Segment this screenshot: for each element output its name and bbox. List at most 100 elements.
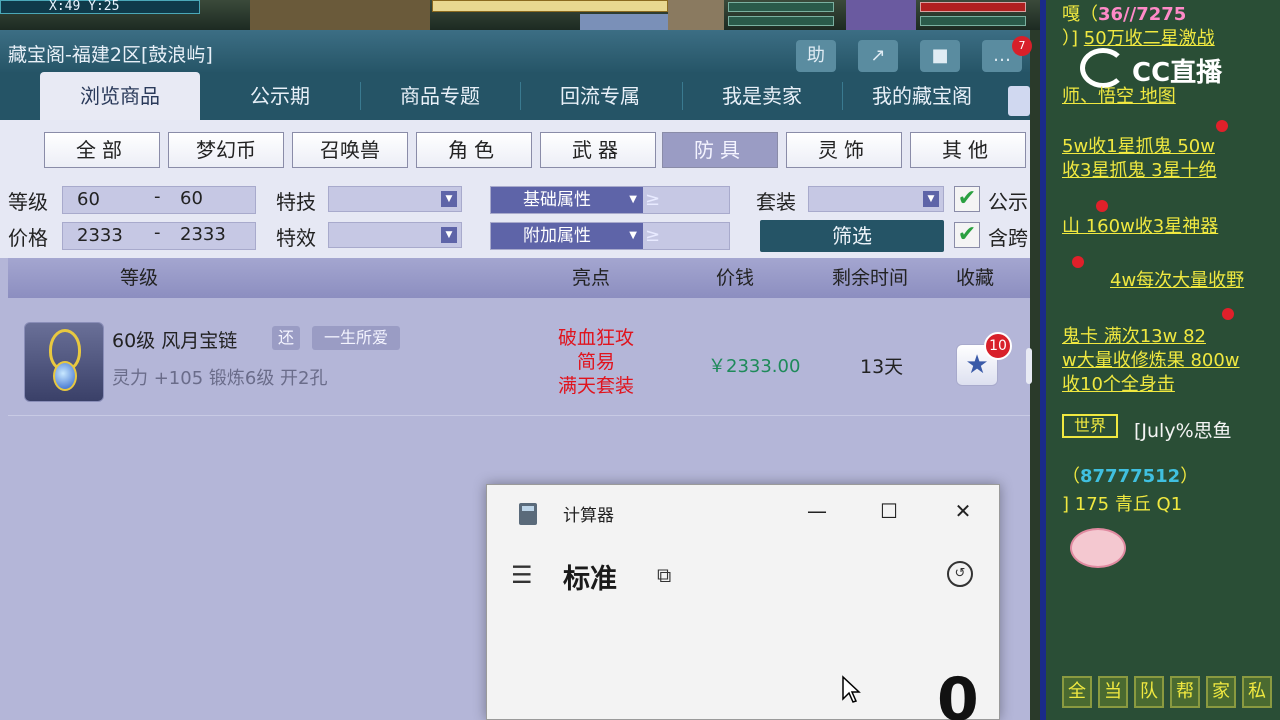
category-other[interactable]: 其他 bbox=[910, 132, 1026, 168]
category-weapons[interactable]: 武器 bbox=[540, 132, 656, 168]
chat-link[interactable]: 收3星抓鬼 3星十绝 bbox=[1062, 156, 1217, 182]
public-checkbox-label: 公示 bbox=[988, 190, 1028, 214]
extra-attr-filter[interactable]: 附加属性 ▼ ≥ bbox=[490, 222, 730, 250]
channel-family-button[interactable]: 家 bbox=[1206, 676, 1236, 708]
channel-guild-button[interactable]: 帮 bbox=[1170, 676, 1200, 708]
calculator-mode-title: 标准 bbox=[563, 564, 617, 595]
chat-link[interactable]: 5w收1星抓鬼 50w bbox=[1062, 132, 1215, 158]
header-price[interactable]: 价钱 bbox=[716, 258, 754, 298]
table-row[interactable]: 60级 风月宝链 还 一生所爱 灵力 +105 锻炼6级 开2孔 破血狂攻 简易… bbox=[8, 302, 1032, 416]
effect-label: 特效 bbox=[276, 226, 316, 250]
price-min-input[interactable]: 2333 bbox=[77, 225, 123, 246]
maximize-button[interactable]: ☐ bbox=[869, 495, 909, 527]
price-label: 价格 bbox=[8, 226, 48, 250]
item-price: ￥2333.00 bbox=[708, 356, 801, 377]
pet-portrait[interactable] bbox=[668, 0, 724, 30]
necklace-icon[interactable] bbox=[24, 322, 104, 402]
hud-progress-bar bbox=[432, 0, 668, 12]
chevron-down-icon: ▼ bbox=[441, 227, 457, 243]
base-attr-label: 基础属性 bbox=[523, 190, 591, 210]
tab-my-store[interactable]: 我的藏宝阁 bbox=[842, 72, 1002, 120]
chat-text: 嘎（ bbox=[1062, 4, 1098, 25]
chat-panel: 嘎（36//7275 ）] 50万收二星激战 CC直播 师、悟空 地图 5w收1… bbox=[1040, 0, 1280, 720]
hamburger-menu-icon[interactable]: ☰ bbox=[511, 561, 533, 589]
world-sender[interactable]: [July%思鱼 bbox=[1134, 416, 1232, 443]
category-pets[interactable]: 召唤兽 bbox=[292, 132, 408, 168]
channel-bar: 全 当 队 帮 家 私 bbox=[1062, 676, 1278, 710]
minimize-button[interactable]: — bbox=[797, 495, 837, 527]
rose-icon bbox=[1216, 120, 1228, 132]
player-mp-bar bbox=[920, 16, 1026, 26]
header-level[interactable]: 等级 bbox=[120, 258, 158, 298]
level-max-input[interactable]: 60 bbox=[166, 186, 256, 214]
category-all[interactable]: 全部 bbox=[44, 132, 160, 168]
history-icon[interactable]: ↺ bbox=[947, 561, 973, 587]
category-armor[interactable]: 防具 bbox=[662, 132, 778, 168]
return-badge: 还 bbox=[272, 326, 300, 350]
chat-link[interactable]: 收10个全身击 bbox=[1062, 370, 1175, 396]
level-dash: - bbox=[154, 186, 161, 207]
close-button[interactable]: ✕ bbox=[943, 495, 983, 527]
tab-seller[interactable]: 我是卖家 bbox=[682, 72, 842, 120]
chat-link[interactable]: 师、悟空 地图 bbox=[1062, 82, 1176, 108]
item-attributes: 灵力 +105 锻炼6级 开2孔 bbox=[112, 368, 328, 389]
extra-attr-label: 附加属性 bbox=[523, 226, 591, 246]
row-scroll-edge bbox=[1026, 348, 1032, 384]
cross-server-checkbox-label: 含跨 bbox=[988, 226, 1028, 250]
header-remain[interactable]: 剩余时间 bbox=[832, 258, 908, 298]
chat-message: ）] 50万收二星激战 bbox=[1062, 24, 1215, 50]
channel-all-button[interactable]: 全 bbox=[1062, 676, 1092, 708]
tab-returning[interactable]: 回流专属 bbox=[520, 72, 680, 120]
chat-link[interactable]: 山 160w收3星神器 bbox=[1062, 212, 1218, 238]
item-highlights: 破血狂攻 简易 满天套装 bbox=[538, 326, 654, 398]
world-message: ] 175 青丘 Q1 bbox=[1062, 494, 1183, 515]
tag-badge: 一生所爱 bbox=[312, 326, 400, 350]
share-button[interactable]: ↗ bbox=[858, 40, 898, 72]
price-dash: - bbox=[154, 222, 161, 243]
message-count-badge: 7 bbox=[1012, 36, 1032, 56]
chat-link[interactable]: w大量收修炼果 800w bbox=[1062, 346, 1240, 372]
set-dropdown[interactable]: ▼ bbox=[808, 186, 944, 212]
channel-current-button[interactable]: 当 bbox=[1098, 676, 1128, 708]
base-attr-dropdown[interactable]: 基础属性 ▼ bbox=[491, 187, 643, 213]
chat-link[interactable]: 50万收二星激战 bbox=[1084, 28, 1215, 49]
extra-attr-dropdown[interactable]: 附加属性 ▼ bbox=[491, 223, 643, 249]
chevron-down-icon: ▼ bbox=[629, 194, 637, 205]
tab-scroll-button[interactable] bbox=[1008, 86, 1030, 116]
stop-button[interactable]: ■ bbox=[920, 40, 960, 72]
category-accessories[interactable]: 灵饰 bbox=[786, 132, 902, 168]
effect-dropdown[interactable]: ▼ bbox=[328, 222, 462, 248]
category-roles[interactable]: 角色 bbox=[416, 132, 532, 168]
tab-topics[interactable]: 商品专题 bbox=[360, 72, 520, 120]
highlight-2: 简易 bbox=[576, 351, 615, 373]
keep-on-top-icon[interactable]: ⧉ bbox=[657, 563, 671, 587]
world-channel-tag[interactable]: 世界 bbox=[1062, 414, 1118, 438]
chat-link[interactable]: 4w每次大量收野 bbox=[1110, 266, 1244, 292]
base-attr-filter[interactable]: 基础属性 ▼ ≥ bbox=[490, 186, 730, 214]
chevron-down-icon: ▼ bbox=[629, 230, 637, 241]
tab-public[interactable]: 公示期 bbox=[200, 72, 360, 120]
calculator-display: 0 bbox=[937, 665, 979, 720]
level-min-input[interactable]: 60 bbox=[77, 189, 100, 210]
channel-private-button[interactable]: 私 bbox=[1242, 676, 1272, 708]
filter-button[interactable]: 筛选 bbox=[760, 220, 944, 252]
world-id: 87777512 bbox=[1080, 466, 1181, 487]
price-max-input[interactable]: 2333 bbox=[166, 222, 256, 250]
highlight-3: 满天套装 bbox=[557, 375, 634, 397]
filter-panel: 等级 60 - 60 价格 2333 - 2333 特技 ▼ 特效 ▼ 基础属性… bbox=[0, 176, 1030, 258]
help-button[interactable]: 助 bbox=[796, 40, 836, 72]
coordinate-readout: X:49 Y:25 bbox=[0, 0, 200, 14]
chat-id: 36//7275 bbox=[1098, 4, 1187, 25]
necklace-gem bbox=[53, 361, 77, 391]
cross-server-checkbox[interactable]: ✔ bbox=[954, 222, 980, 248]
public-checkbox[interactable]: ✔ bbox=[954, 186, 980, 212]
channel-team-button[interactable]: 队 bbox=[1134, 676, 1164, 708]
tab-browse[interactable]: 浏览商品 bbox=[40, 72, 200, 120]
player-portrait[interactable] bbox=[846, 0, 916, 30]
skill-dropdown[interactable]: ▼ bbox=[328, 186, 462, 212]
rose-icon bbox=[1072, 256, 1084, 268]
player-hp-bar bbox=[920, 2, 1026, 12]
chat-link[interactable]: 鬼卡 满次13w 82 bbox=[1062, 322, 1206, 348]
chat-text: ）] bbox=[1062, 28, 1079, 49]
category-currency[interactable]: 梦幻币 bbox=[168, 132, 284, 168]
